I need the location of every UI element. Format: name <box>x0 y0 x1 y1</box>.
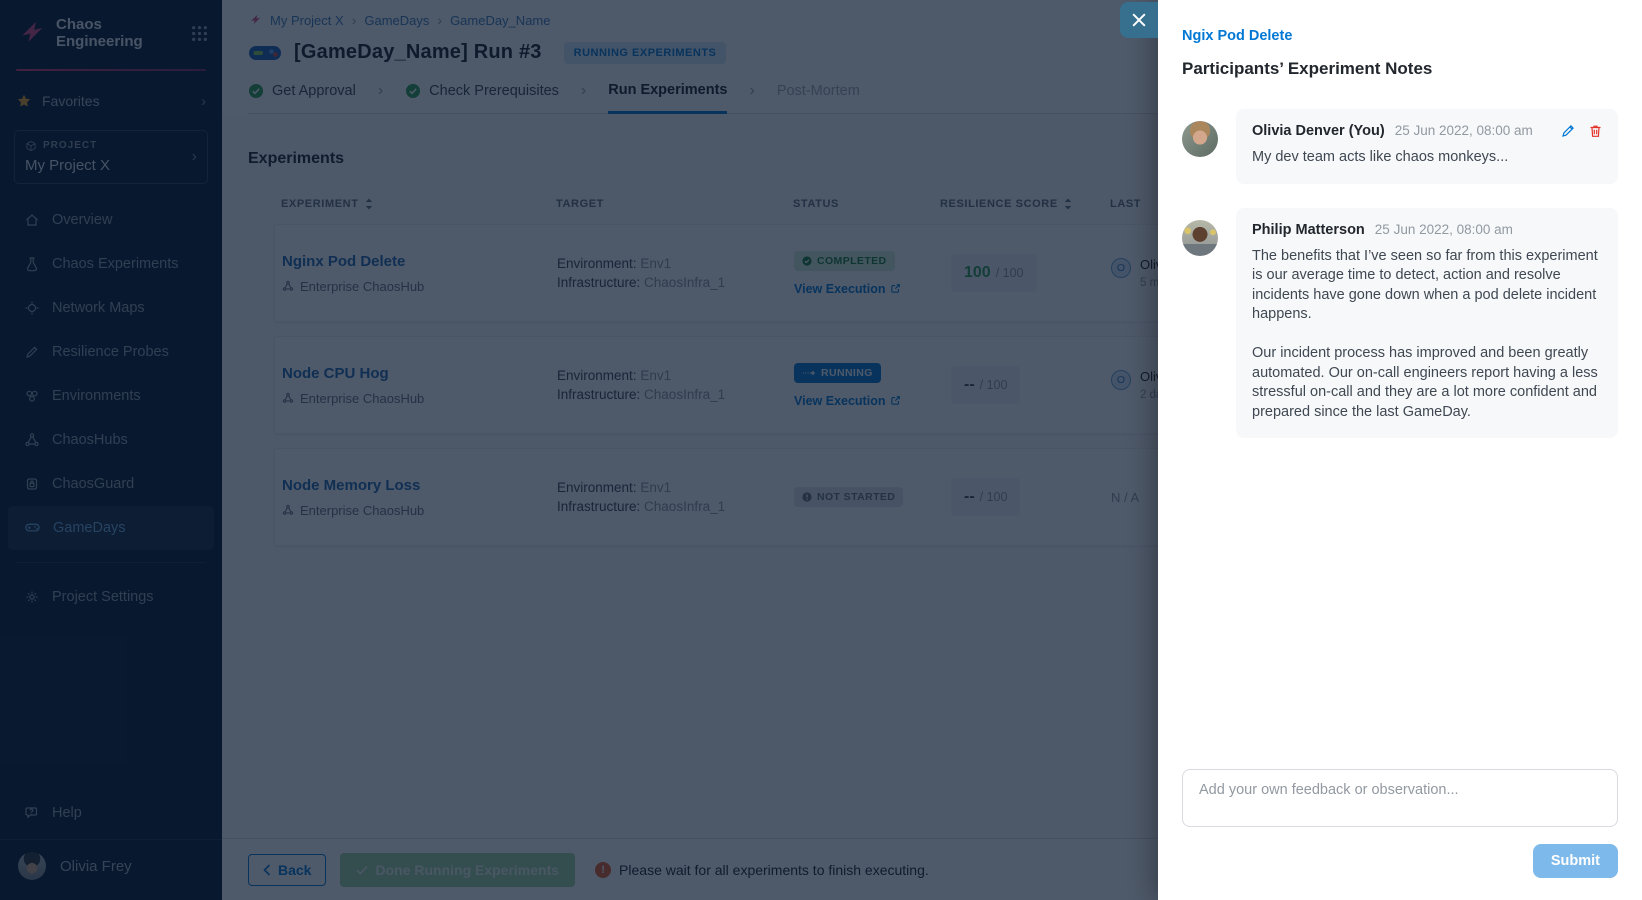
edit-note-icon[interactable] <box>1561 124 1575 138</box>
close-icon <box>1132 13 1146 27</box>
avatar <box>1182 220 1218 256</box>
drawer-title: Participants’ Experiment Notes <box>1182 59 1618 79</box>
note-card: Philip Matterson 25 Jun 2022, 08:00 am T… <box>1236 208 1618 439</box>
avatar <box>1182 121 1218 157</box>
note-card: Olivia Denver (You) 25 Jun 2022, 08:00 a… <box>1236 109 1618 184</box>
note-author: Olivia Denver (You) <box>1252 123 1385 139</box>
submit-button[interactable]: Submit <box>1533 844 1618 878</box>
delete-note-icon[interactable] <box>1589 124 1602 138</box>
note-item: Olivia Denver (You) 25 Jun 2022, 08:00 a… <box>1182 109 1618 184</box>
note-text: The benefits that I’ve seen so far from … <box>1252 247 1602 423</box>
notes-list: Olivia Denver (You) 25 Jun 2022, 08:00 a… <box>1182 109 1618 438</box>
feedback-input[interactable] <box>1182 769 1618 827</box>
note-item: Philip Matterson 25 Jun 2022, 08:00 am T… <box>1182 208 1618 439</box>
experiment-link[interactable]: Ngix Pod Delete <box>1182 28 1618 44</box>
note-timestamp: 25 Jun 2022, 08:00 am <box>1395 123 1533 138</box>
note-timestamp: 25 Jun 2022, 08:00 am <box>1375 222 1513 237</box>
close-drawer-button[interactable] <box>1120 2 1158 38</box>
chaos-engineering-app: Chaos Engineering Favorites › <box>0 0 1642 900</box>
note-text: My dev team acts like chaos monkeys... <box>1252 148 1602 168</box>
feedback-area: Submit <box>1158 769 1642 900</box>
experiment-notes-drawer: Ngix Pod Delete Participants’ Experiment… <box>1158 0 1642 900</box>
note-author: Philip Matterson <box>1252 222 1365 238</box>
